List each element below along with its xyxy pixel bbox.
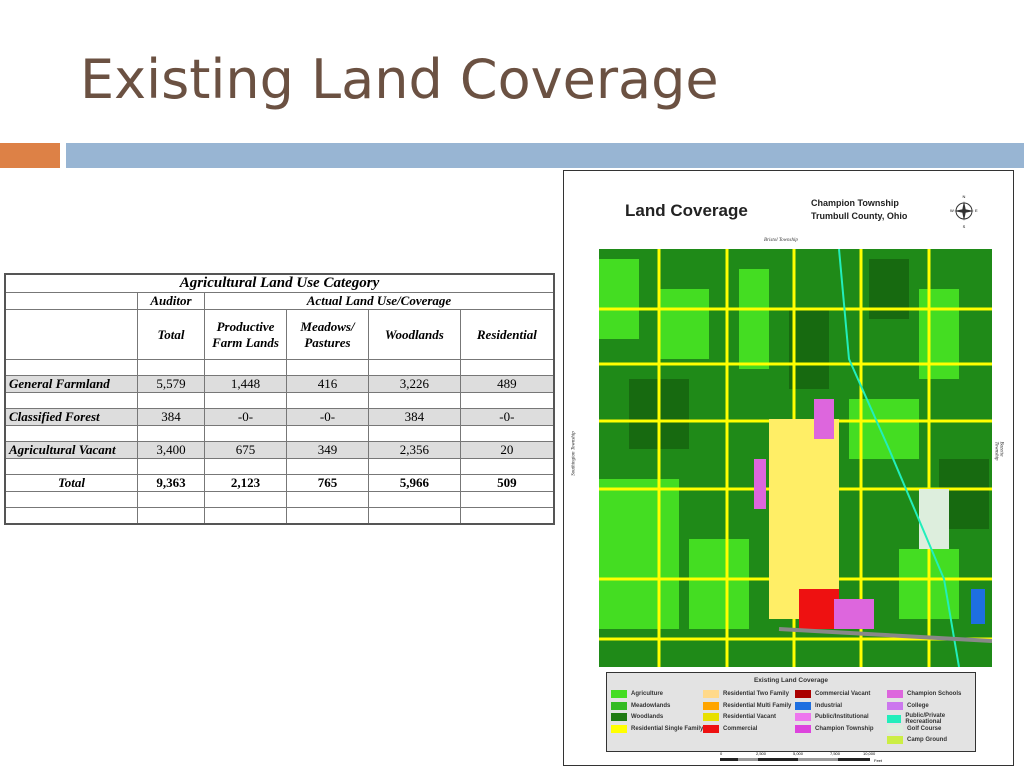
legend-item: Commercial [703,724,758,733]
legend-label: Champion Township [815,725,874,732]
svg-text:0: 0 [720,751,723,756]
svg-text:10,000: 10,000 [863,751,876,756]
legend-label: Agriculture [631,691,664,697]
legend-item: Champion Township [795,724,874,733]
legend-label: Woodlands [631,714,664,720]
legend-label: Residential Vacant [723,714,777,720]
legend-swatch [703,724,719,733]
legend-label: Public/Private Recreational [905,713,946,725]
svg-text:E: E [975,208,978,213]
legend-item: Industrial [795,701,843,710]
legend-item: Agriculture [611,690,663,698]
legend-label: Residential Two Family [723,691,789,697]
group-header-actual: Actual Land Use/Coverage [203,292,555,310]
legend-label: Industrial [815,702,843,709]
legend-swatch [703,713,719,721]
legend-label: Public/Institutional [815,714,869,720]
legend-item: Golf Course [887,724,942,733]
map-subtitle-township: Champion Township [811,198,899,208]
map-legend: Existing Land Coverage Agriculture Meadow… [606,672,976,752]
accent-bar-orange [0,143,60,168]
legend-item: Public/Institutional [795,713,869,721]
legend-swatch [703,690,719,698]
legend-item: Camp Ground [887,736,947,744]
legend-swatch [887,701,903,710]
legend-item: Meadowlands [611,701,671,710]
legend-label: Golf Course [907,725,942,732]
legend-swatch [611,701,627,710]
legend-swatch [611,690,627,698]
svg-text:7,500: 7,500 [830,751,841,756]
label-north: Bristol Township [764,238,798,243]
legend-item: Residential Two Family [703,690,789,698]
svg-text:S: S [963,224,966,229]
legend-swatch [795,690,811,698]
table-total-row: Total 9,363 2,123 765 5,966 509 [4,474,555,492]
col-header: Woodlands [367,309,461,360]
legend-swatch [611,713,627,721]
legend-swatch [795,701,811,710]
legend-label: Commercial [723,725,758,732]
map-title: Land Coverage [625,201,748,220]
legend-item: Commercial Vacant [795,690,870,698]
legend-label: Commercial Vacant [815,691,871,697]
col-header: Residential [459,309,555,360]
legend-item: Woodlands [611,713,663,721]
legend-label: Residential Multi Family [723,702,792,709]
legend-item: Champion Schools [887,690,961,698]
legend-swatch [703,701,719,710]
legend-label: Champion Schools [907,691,962,697]
legend-swatch [887,690,903,698]
slide-title: Existing Land Coverage [80,48,719,111]
table-row: Classified Forest 384 -0- -0- 384 -0- [4,408,555,426]
svg-text:W: W [950,208,954,213]
table-row: Agricultural Vacant 3,400 675 349 2,356 20 [4,441,555,459]
svg-text:N: N [963,194,966,199]
land-use-table: Agricultural Land Use Category Auditor Ac… [4,273,555,525]
col-header: Meadows/ Pastures [285,309,369,360]
legend-swatch [795,713,811,721]
scale-bar: 0 2,500 5,000 7,500 10,000 Feet [720,751,883,763]
legend-swatch [887,715,902,723]
legend-swatch [795,724,811,733]
svg-text:Feet: Feet [874,758,883,763]
label-west: Southington Township [571,431,577,476]
accent-bar-blue [66,143,1024,168]
legend-item: College [887,701,929,710]
compass-icon: N W E S [950,194,978,229]
legend-label: College [907,702,929,709]
group-header-auditor: Auditor [137,292,205,310]
col-header: Total [137,309,205,360]
legend-item: Public/Private Recreational [887,713,975,725]
legend-item: Residential Single Family [611,724,704,733]
map-area [599,249,992,667]
legend-item: Residential Multi Family [703,701,792,710]
legend-label: Meadowlands [631,702,671,709]
map-subtitle-county: Trumbull County, Ohio [811,211,908,221]
legend-title: Existing Land Coverage [753,677,829,684]
svg-text:5,000: 5,000 [793,751,804,756]
table-caption: Agricultural Land Use Category [4,273,555,293]
legend-item: Residential Vacant [703,713,776,721]
legend-swatch [611,724,627,733]
label-east: Bazetta Township [993,441,1004,461]
legend-swatch [887,724,903,733]
col-header: Productive Farm Lands [203,309,287,360]
legend-label: Camp Ground [907,737,947,743]
table-row: General Farmland 5,579 1,448 416 3,226 489 [4,375,555,393]
legend-swatch [887,736,903,744]
legend-label: Residential Single Family [631,725,704,732]
svg-text:2,500: 2,500 [756,751,767,756]
